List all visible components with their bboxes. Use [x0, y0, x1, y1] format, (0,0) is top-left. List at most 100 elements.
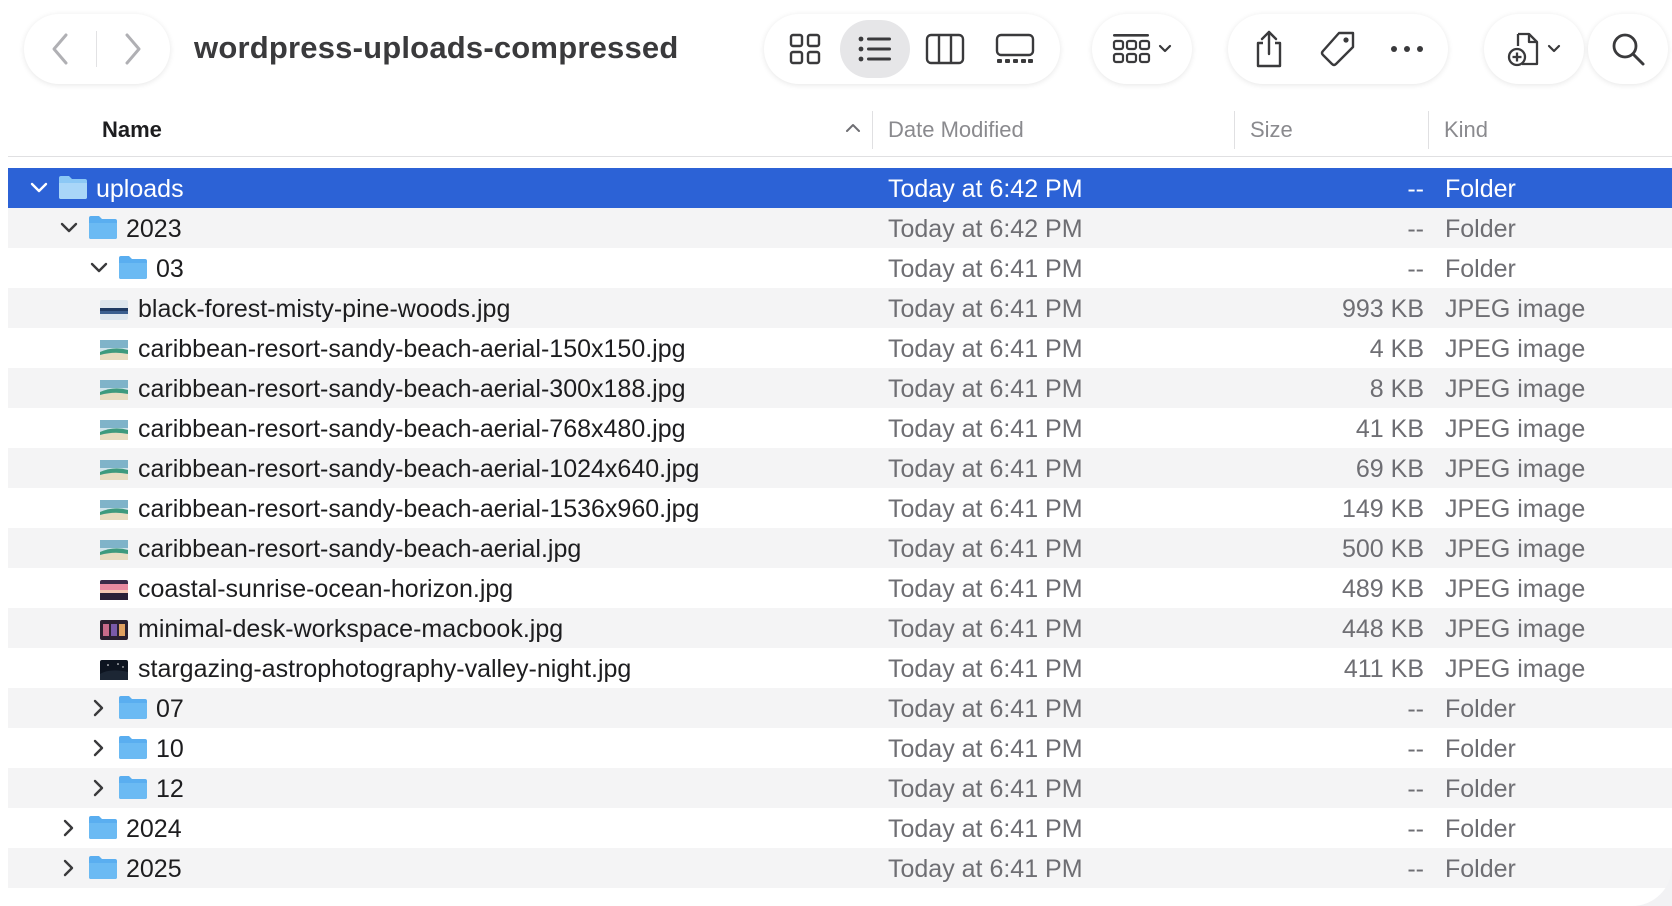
column-date-header[interactable]: Date Modified — [888, 103, 1024, 156]
finder-window: wordpress-uploads-compressed Name Date M… — [0, 0, 1672, 906]
file-kind: Folder — [1445, 815, 1516, 843]
file-row[interactable]: caribbean-resort-sandy-beach-aerial-1024… — [8, 448, 1672, 488]
file-kind: Folder — [1445, 775, 1516, 803]
icon-view-icon — [789, 33, 821, 65]
file-kind: Folder — [1445, 695, 1516, 723]
folder-row[interactable]: 2025 Today at 6:41 PM -- Folder — [8, 848, 1672, 888]
file-kind: Folder — [1445, 735, 1516, 763]
column-view-button[interactable] — [910, 20, 980, 78]
tag-icon — [1320, 31, 1355, 67]
file-kind: JPEG image — [1445, 295, 1586, 323]
column-divider[interactable] — [1234, 111, 1235, 149]
folder-icon — [88, 854, 118, 887]
file-row[interactable]: minimal-desk-workspace-macbook.jpg Today … — [8, 608, 1672, 648]
file-kind: JPEG image — [1445, 415, 1586, 443]
disclosure-expanded-icon[interactable] — [28, 177, 50, 199]
date-modified: Today at 6:41 PM — [888, 775, 1083, 803]
back-button[interactable] — [24, 14, 96, 84]
more-button[interactable] — [1373, 20, 1442, 78]
folder-row[interactable]: 2024 Today at 6:41 PM -- Folder — [8, 808, 1672, 848]
new-file-group — [1484, 14, 1584, 84]
file-kind: JPEG image — [1445, 375, 1586, 403]
list-view-button[interactable] — [840, 20, 910, 78]
column-header: Name Date Modified Size Kind — [8, 103, 1672, 157]
window-title: wordpress-uploads-compressed — [194, 30, 679, 65]
file-name: caribbean-resort-sandy-beach-aerial-768x… — [138, 415, 686, 443]
file-size: 149 KB — [1341, 495, 1424, 523]
file-row[interactable]: caribbean-resort-sandy-beach-aerial-768x… — [8, 408, 1672, 448]
image-thumbnail-icon — [100, 458, 128, 487]
file-name: caribbean-resort-sandy-beach-aerial.jpg — [138, 535, 582, 563]
column-divider[interactable] — [872, 111, 873, 149]
file-row[interactable]: coastal-sunrise-ocean-horizon.jpg Today a… — [8, 568, 1672, 608]
file-name: uploads — [96, 175, 184, 203]
forward-button[interactable] — [97, 14, 169, 84]
file-size: -- — [1407, 855, 1424, 883]
file-kind: JPEG image — [1445, 455, 1586, 483]
disclosure-collapsed-icon[interactable] — [88, 777, 110, 799]
file-size: 500 KB — [1341, 535, 1424, 563]
disclosure-collapsed-icon[interactable] — [58, 817, 80, 839]
column-name-header[interactable]: Name — [102, 103, 162, 156]
column-divider[interactable] — [1428, 111, 1429, 149]
icon-view-button[interactable] — [770, 20, 840, 78]
disclosure-collapsed-icon[interactable] — [88, 737, 110, 759]
file-kind: Folder — [1445, 255, 1516, 283]
group-by-button[interactable] — [1098, 20, 1186, 78]
file-kind: JPEG image — [1445, 575, 1586, 603]
folder-row[interactable]: uploads Today at 6:42 PM -- Folder — [8, 168, 1672, 208]
folder-icon — [118, 774, 148, 807]
file-size: -- — [1407, 775, 1424, 803]
gallery-view-icon — [995, 33, 1035, 63]
column-kind-header[interactable]: Kind — [1444, 103, 1488, 156]
disclosure-collapsed-icon[interactable] — [58, 857, 80, 879]
file-size: -- — [1407, 815, 1424, 843]
file-size: 411 KB — [1343, 655, 1424, 683]
file-row[interactable]: stargazing-astrophotography-valley-night… — [8, 648, 1672, 688]
image-thumbnail-icon — [100, 298, 128, 327]
folder-row[interactable]: 2023 Today at 6:42 PM -- Folder — [8, 208, 1672, 248]
folder-row[interactable]: 07 Today at 6:41 PM -- Folder — [8, 688, 1672, 728]
disclosure-expanded-icon[interactable] — [88, 257, 110, 279]
date-modified: Today at 6:41 PM — [888, 855, 1083, 883]
column-size-header[interactable]: Size — [1250, 103, 1293, 156]
file-kind: JPEG image — [1445, 655, 1586, 683]
file-kind: JPEG image — [1445, 495, 1586, 523]
view-mode-group — [764, 14, 1060, 84]
file-row[interactable]: caribbean-resort-sandy-beach-aerial-1536… — [8, 488, 1672, 528]
date-modified: Today at 6:41 PM — [888, 255, 1083, 283]
search-button[interactable] — [1594, 20, 1662, 78]
disclosure-collapsed-icon[interactable] — [88, 697, 110, 719]
share-button[interactable] — [1234, 20, 1303, 78]
gallery-view-button[interactable] — [980, 20, 1050, 78]
chevron-right-icon — [125, 33, 141, 65]
file-kind: Folder — [1445, 215, 1516, 243]
date-modified: Today at 6:41 PM — [888, 535, 1083, 563]
file-name: caribbean-resort-sandy-beach-aerial-1536… — [138, 495, 700, 523]
folder-row[interactable]: 10 Today at 6:41 PM -- Folder — [8, 728, 1672, 768]
file-kind: JPEG image — [1445, 615, 1586, 643]
date-modified: Today at 6:41 PM — [888, 815, 1083, 843]
file-size: 993 KB — [1341, 295, 1424, 323]
file-name: 2024 — [126, 815, 182, 843]
disclosure-expanded-icon[interactable] — [58, 217, 80, 239]
file-list: uploads Today at 6:42 PM -- Folder 2023 Today… — [8, 168, 1672, 888]
group-by-group — [1092, 14, 1192, 84]
file-row[interactable]: caribbean-resort-sandy-beach-aerial-150x… — [8, 328, 1672, 368]
file-name: 2025 — [126, 855, 182, 883]
file-row[interactable]: caribbean-resort-sandy-beach-aerial-300x… — [8, 368, 1672, 408]
file-size: 489 KB — [1341, 575, 1424, 603]
tag-button[interactable] — [1303, 20, 1372, 78]
file-name: coastal-sunrise-ocean-horizon.jpg — [138, 575, 514, 603]
new-file-icon — [1507, 32, 1539, 67]
chevron-down-icon — [1547, 44, 1561, 53]
folder-row[interactable]: 03 Today at 6:41 PM -- Folder — [8, 248, 1672, 288]
file-name: 07 — [156, 695, 184, 723]
new-file-button[interactable] — [1490, 20, 1578, 78]
folder-row[interactable]: 12 Today at 6:41 PM -- Folder — [8, 768, 1672, 808]
file-kind: Folder — [1445, 855, 1516, 883]
file-row[interactable]: caribbean-resort-sandy-beach-aerial.jpg T… — [8, 528, 1672, 568]
list-view-icon — [858, 36, 891, 62]
sort-ascending-icon[interactable] — [844, 121, 862, 135]
file-row[interactable]: black-forest-misty-pine-woods.jpg Today a… — [8, 288, 1672, 328]
